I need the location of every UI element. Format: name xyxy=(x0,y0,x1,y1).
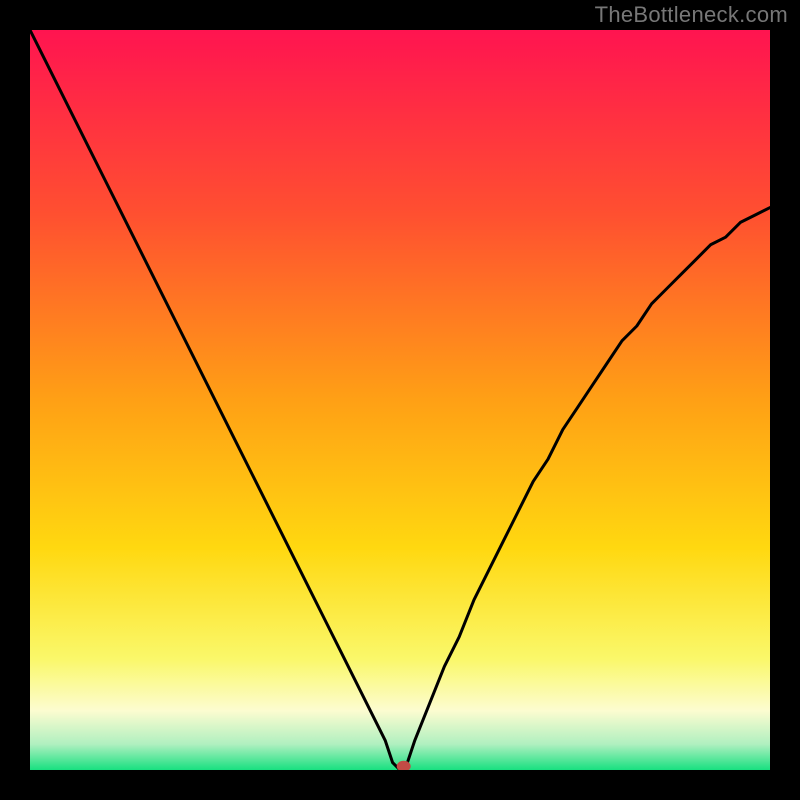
plot-background xyxy=(30,30,770,770)
plot-svg xyxy=(30,30,770,770)
bottleneck-plot xyxy=(30,30,770,770)
watermark-label: TheBottleneck.com xyxy=(595,2,788,28)
chart-frame: TheBottleneck.com xyxy=(0,0,800,800)
